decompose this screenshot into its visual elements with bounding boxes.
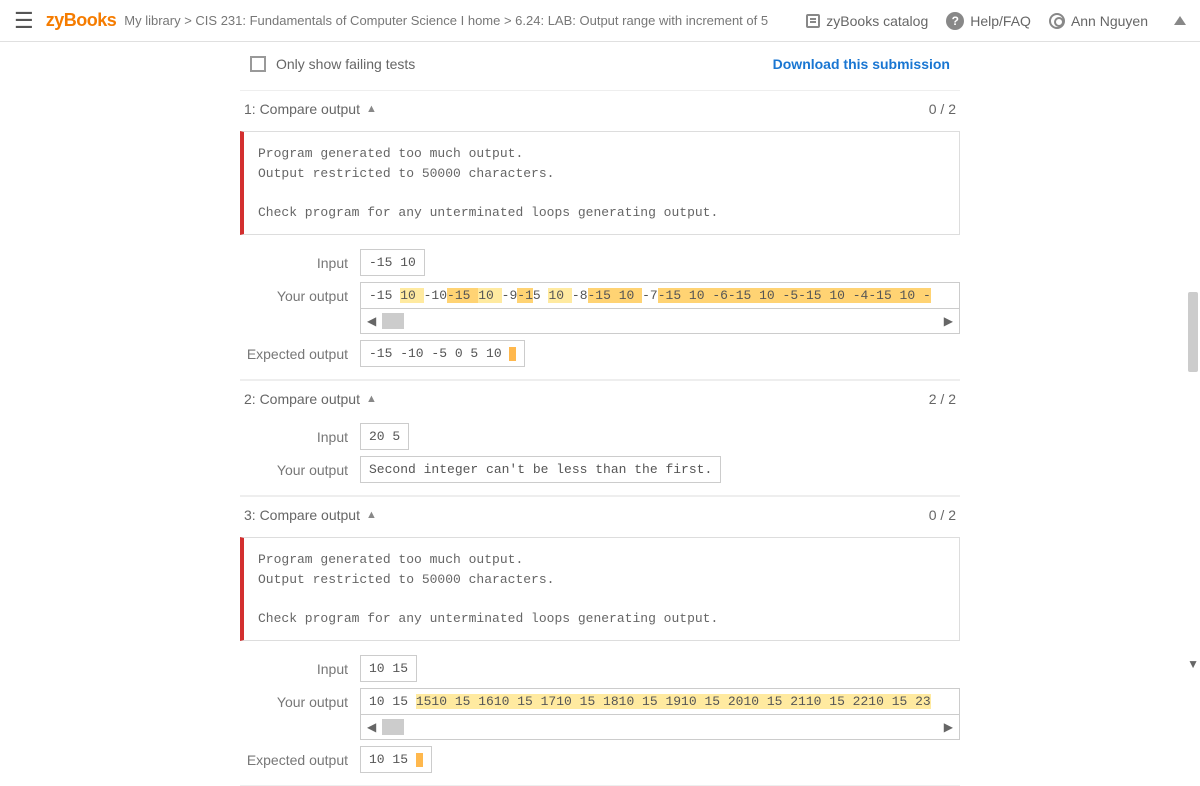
scroll-left-icon[interactable]: ◀ [367, 314, 376, 328]
test-title: 2: Compare output [244, 391, 360, 407]
warning-box: Program generated too much output.Output… [240, 131, 960, 235]
your-output-label: Your output [240, 282, 360, 304]
your-output-label: Your output [240, 456, 360, 478]
test-header[interactable]: 1: Compare output ▲ 0 / 2 [240, 90, 960, 127]
expected-output-value: 10 15 [360, 746, 432, 773]
newline-mark-icon [416, 753, 423, 767]
download-link[interactable]: Download this submission [773, 56, 950, 72]
catalog-label: zyBooks catalog [826, 13, 928, 29]
output-scrollbar[interactable]: ◀▶ [360, 714, 960, 740]
help-icon: ? [946, 12, 964, 30]
your-output-value: Second integer can't be less than the fi… [360, 456, 721, 483]
chevron-up-icon: ▲ [366, 103, 377, 115]
input-value: 20 5 [360, 423, 409, 450]
test-score: 2 / 2 [929, 391, 956, 407]
input-label: Input [240, 655, 360, 677]
expected-output-value: -15 -10 -5 0 5 10 [360, 340, 525, 367]
test-title: 1: Compare output [244, 101, 360, 117]
scrollbar-thumb[interactable] [1188, 292, 1198, 372]
scroll-left-icon[interactable]: ◀ [367, 720, 376, 734]
breadcrumb[interactable]: My library > CIS 231: Fundamentals of Co… [124, 13, 768, 28]
test-title: 3: Compare output [244, 507, 360, 523]
user-icon [1049, 13, 1065, 29]
input-label: Input [240, 423, 360, 445]
chevron-up-icon: ▲ [366, 509, 377, 521]
input-label: Input [240, 249, 360, 271]
your-output-label: Your output [240, 688, 360, 710]
expected-output-label: Expected output [240, 340, 360, 362]
hamburger-icon[interactable]: ☰ [14, 8, 34, 34]
scroll-down-icon[interactable]: ▼ [1187, 657, 1199, 671]
user-name: Ann Nguyen [1071, 13, 1148, 29]
input-value: -15 10 [360, 249, 425, 276]
only-failing-checkbox[interactable] [250, 56, 266, 72]
catalog-link[interactable]: zyBooks catalog [806, 13, 928, 29]
test-score: 0 / 2 [929, 507, 956, 523]
scroll-right-icon[interactable]: ▶ [944, 720, 953, 734]
warning-box: Program generated too much output.Output… [240, 537, 960, 641]
input-value: 10 15 [360, 655, 417, 682]
scroll-right-icon[interactable]: ▶ [944, 314, 953, 328]
help-link[interactable]: ? Help/FAQ [946, 12, 1031, 30]
test-header[interactable]: 3: Compare output ▲ 0 / 2 [240, 496, 960, 533]
test-score: 0 / 2 [929, 101, 956, 117]
results-card: Only show failing tests Download this su… [240, 42, 960, 786]
catalog-icon [806, 14, 820, 28]
help-label: Help/FAQ [970, 13, 1031, 29]
test-header[interactable]: 2: Compare output ▲ 2 / 2 [240, 380, 960, 417]
brand-logo[interactable]: zyBooks [46, 10, 117, 31]
newline-mark-icon [509, 347, 516, 361]
chevron-up-icon: ▲ [366, 393, 377, 405]
your-output-value: 10 15 1510 15 1610 15 1710 15 1810 15 19… [360, 688, 960, 714]
top-bar: ☰ zyBooks My library > CIS 231: Fundamen… [0, 0, 1200, 42]
scrollbar-thumb[interactable] [382, 313, 404, 329]
user-menu[interactable]: Ann Nguyen [1049, 13, 1148, 29]
page-scrollbar[interactable]: ▼ [1184, 0, 1200, 675]
your-output-value: -15 10 -10-15 10 -9-15 10 -8-15 10 -7-15… [360, 282, 960, 308]
scrollbar-thumb[interactable] [382, 719, 404, 735]
only-failing-label: Only show failing tests [276, 56, 415, 72]
filter-row: Only show failing tests Download this su… [240, 42, 960, 90]
output-scrollbar[interactable]: ◀▶ [360, 308, 960, 334]
expected-output-label: Expected output [240, 746, 360, 768]
